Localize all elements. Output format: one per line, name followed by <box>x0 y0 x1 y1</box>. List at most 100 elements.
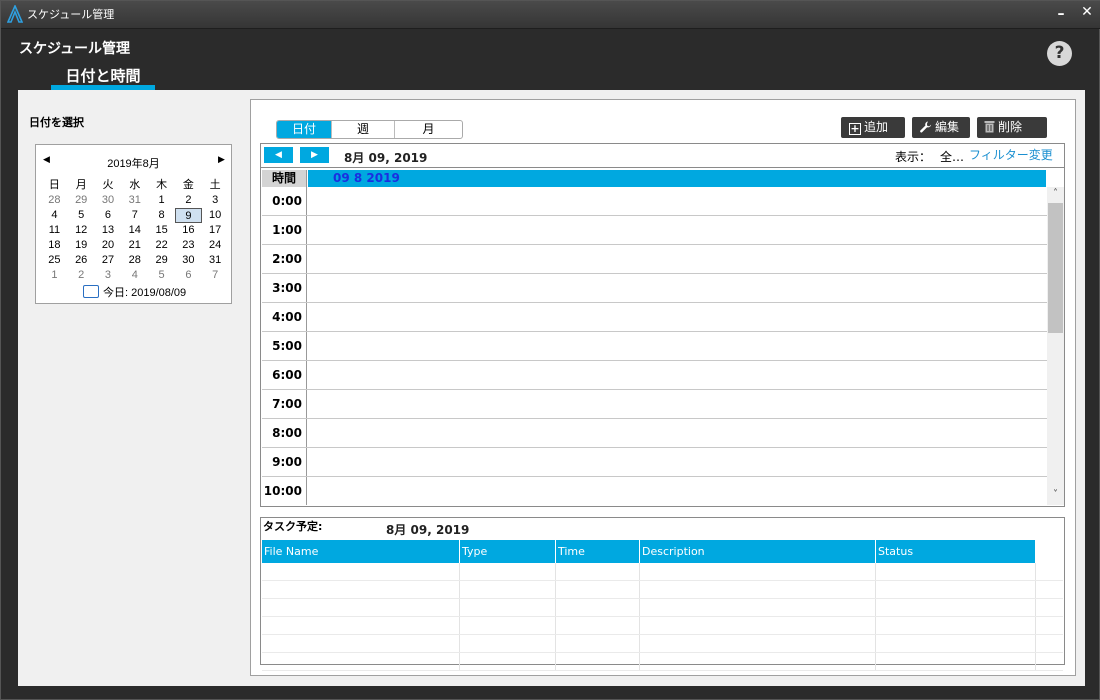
calendar-day[interactable]: 2 <box>175 193 202 208</box>
calendar-day[interactable]: 22 <box>148 238 175 253</box>
hour-label: 1:00 <box>262 216 307 244</box>
hour-label: 5:00 <box>262 332 307 360</box>
column-header-file-name[interactable]: File Name <box>262 540 460 563</box>
hour-row: 1:00 <box>262 216 1047 245</box>
add-button-label: 追加 <box>864 120 889 134</box>
calendar-day[interactable]: 13 <box>95 223 122 238</box>
time-column-header: 時間 <box>262 170 307 187</box>
delete-button[interactable]: 削除 <box>977 117 1047 138</box>
hour-slot[interactable] <box>307 332 1047 360</box>
calendar-day[interactable]: 10 <box>202 208 229 223</box>
weekday-label: 月 <box>75 179 87 191</box>
column-header-description[interactable]: Description <box>640 540 876 563</box>
app-window: スケジュール管理 – ✕ スケジュール管理 ? 日付と時間 日付を選択 ◀ 20… <box>0 0 1100 700</box>
schedule-prev-button[interactable]: ◀ <box>264 147 293 163</box>
hour-slot[interactable] <box>307 390 1047 418</box>
hour-slot[interactable] <box>307 419 1047 447</box>
calendar-day[interactable]: 21 <box>121 238 148 253</box>
calendar-day[interactable]: 15 <box>148 223 175 238</box>
calendar-day[interactable]: 26 <box>68 253 95 268</box>
table-row <box>262 599 1063 617</box>
schedule-next-button[interactable]: ▶ <box>300 147 329 163</box>
table-row <box>262 635 1063 653</box>
calendar-day[interactable]: 11 <box>41 223 68 238</box>
hour-row: 4:00 <box>262 303 1047 332</box>
calendar-day[interactable]: 30 <box>175 253 202 268</box>
close-button[interactable]: ✕ <box>1077 4 1097 24</box>
calendar-day[interactable]: 16 <box>175 223 202 238</box>
hour-slot[interactable] <box>307 216 1047 244</box>
scrollbar-thumb[interactable] <box>1048 203 1063 333</box>
app-logo-icon <box>7 5 23 23</box>
hour-label: 10:00 <box>262 477 307 505</box>
calendar-day[interactable]: 31 <box>202 253 229 268</box>
hour-slot[interactable] <box>307 361 1047 389</box>
view-week-button[interactable]: 週 <box>332 121 395 138</box>
plus-square-icon: + <box>849 122 861 135</box>
display-filter-label: 表示： <box>895 150 932 164</box>
calendar-day[interactable]: 12 <box>68 223 95 238</box>
hour-row: 9:00 <box>262 448 1047 477</box>
help-button[interactable]: ? <box>1047 41 1072 66</box>
calendar-day[interactable]: 28 <box>121 253 148 268</box>
hour-slot[interactable] <box>307 187 1047 215</box>
calendar-day[interactable]: 28 <box>41 193 68 208</box>
column-header-status[interactable]: Status <box>876 540 1036 563</box>
calendar-day[interactable]: 4 <box>121 268 148 283</box>
hour-slot[interactable] <box>307 448 1047 476</box>
calendar-day[interactable]: 30 <box>95 193 122 208</box>
view-switcher: 日付 週 月 <box>276 120 463 139</box>
calendar-day[interactable]: 1 <box>41 268 68 283</box>
calendar-day[interactable]: 3 <box>202 193 229 208</box>
calendar-day[interactable]: 6 <box>175 268 202 283</box>
calendar-next-month-button[interactable]: ▶ <box>218 154 225 165</box>
view-month-button[interactable]: 月 <box>395 121 462 138</box>
column-header-time[interactable]: Time <box>556 540 640 563</box>
change-filter-link[interactable]: フィルター変更 <box>969 146 1053 163</box>
calendar-day[interactable]: 5 <box>148 268 175 283</box>
calendar-day[interactable]: 8 <box>148 208 175 223</box>
hour-slot[interactable] <box>307 245 1047 273</box>
calendar-day-selected[interactable]: 9 <box>174 208 202 223</box>
calendar-day[interactable]: 24 <box>202 238 229 253</box>
scroll-up-icon[interactable]: ˄ <box>1047 188 1064 202</box>
schedule-scrollbar[interactable]: ˄ ˅ <box>1047 187 1064 505</box>
weekday-label: 土 <box>209 179 221 191</box>
hour-label: 4:00 <box>262 303 307 331</box>
calendar-day[interactable]: 7 <box>202 268 229 283</box>
hour-slot[interactable] <box>307 477 1047 505</box>
display-filter-value: 全… <box>940 150 965 164</box>
calendar-day[interactable]: 23 <box>175 238 202 253</box>
today-link[interactable]: 今日: 2019/08/09 <box>83 284 186 300</box>
calendar-day[interactable]: 14 <box>121 223 148 238</box>
calendar-day[interactable]: 17 <box>202 223 229 238</box>
column-header-type[interactable]: Type <box>460 540 556 563</box>
minimize-button[interactable]: – <box>1051 6 1071 26</box>
hour-row: 3:00 <box>262 274 1047 303</box>
scroll-down-icon[interactable]: ˅ <box>1047 489 1064 503</box>
calendar-day[interactable]: 5 <box>68 208 95 223</box>
hour-slot[interactable] <box>307 303 1047 331</box>
view-day-button[interactable]: 日付 <box>277 121 332 138</box>
calendar-day[interactable]: 25 <box>41 253 68 268</box>
title-bar[interactable]: スケジュール管理 – ✕ <box>1 1 1100 29</box>
calendar-day[interactable]: 29 <box>148 253 175 268</box>
add-button[interactable]: + 追加 <box>841 117 905 138</box>
calendar-day[interactable]: 7 <box>121 208 148 223</box>
weekday-label: 日 <box>48 179 60 191</box>
hour-label: 6:00 <box>262 361 307 389</box>
calendar-day[interactable]: 6 <box>95 208 122 223</box>
calendar-day[interactable]: 29 <box>68 193 95 208</box>
hour-slot[interactable] <box>307 274 1047 302</box>
calendar-day[interactable]: 4 <box>41 208 68 223</box>
calendar-day[interactable]: 18 <box>41 238 68 253</box>
hour-label: 0:00 <box>262 187 307 215</box>
calendar-day[interactable]: 3 <box>95 268 122 283</box>
edit-button[interactable]: 編集 <box>912 117 970 138</box>
calendar-day[interactable]: 27 <box>95 253 122 268</box>
calendar-day[interactable]: 2 <box>68 268 95 283</box>
calendar-day[interactable]: 1 <box>148 193 175 208</box>
calendar-day[interactable]: 31 <box>121 193 148 208</box>
calendar-day[interactable]: 20 <box>95 238 122 253</box>
calendar-day[interactable]: 19 <box>68 238 95 253</box>
